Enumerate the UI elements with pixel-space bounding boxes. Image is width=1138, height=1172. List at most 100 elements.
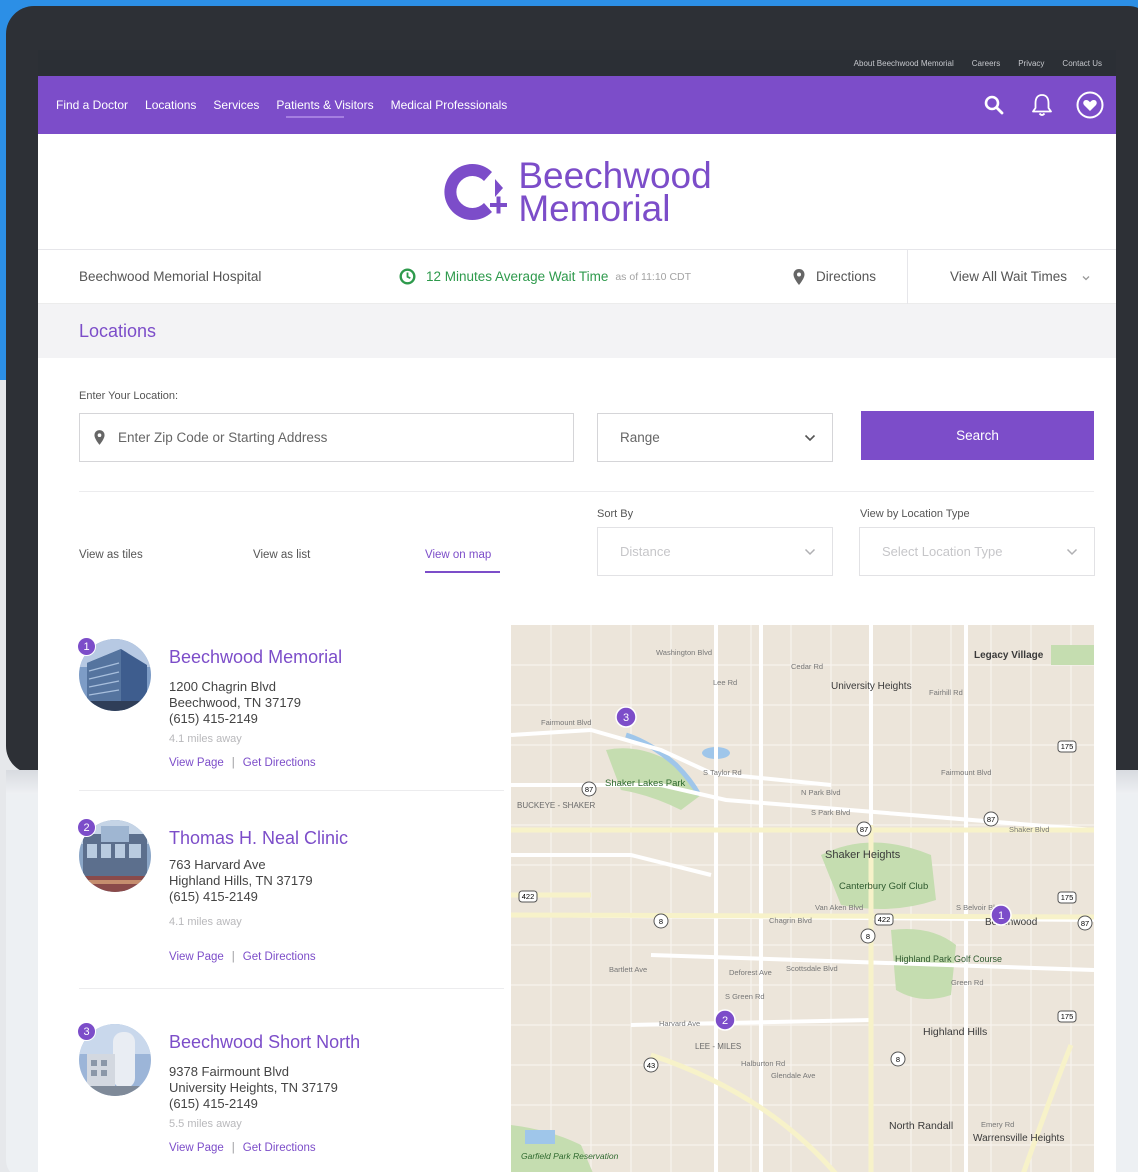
map-road-label: Shaker Blvd (1009, 825, 1049, 834)
distance-text: 4.1 miles away (169, 916, 242, 928)
map-road-label: Fairhill Rd (929, 688, 963, 697)
sort-select[interactable]: Distance (597, 527, 833, 576)
nav-item-find-doctor[interactable]: Find a Doctor (56, 98, 128, 112)
link-separator: | (231, 1142, 235, 1154)
bell-icon[interactable] (1028, 91, 1056, 119)
map-road-label: S Green Rd (725, 992, 765, 1001)
distance-text: 5.5 miles away (169, 1118, 242, 1130)
search-icon[interactable] (980, 91, 1008, 119)
location-type-select[interactable]: Select Location Type (859, 527, 1095, 576)
map-road-label: S Park Blvd (811, 808, 850, 817)
chevron-down-icon (1082, 276, 1090, 281)
map-label-north-randall: North Randall (889, 1120, 953, 1132)
highway-shield: 87 (1077, 915, 1093, 931)
location-address: 763 Harvard Ave Highland Hills, TN 37179… (169, 857, 313, 905)
sort-label: Sort By (597, 508, 634, 520)
map-road-label: S Taylor Rd (703, 768, 742, 777)
map-label-canterbury: Canterbury Golf Club (839, 881, 928, 892)
logo-wordmark: Beechwood Memorial (518, 157, 711, 229)
directions-link[interactable]: Directions (793, 268, 876, 285)
location-name-link[interactable]: Thomas H. Neal Clinic (169, 828, 348, 849)
map-pin-3[interactable]: 3 (615, 706, 637, 728)
svg-text:87: 87 (1081, 919, 1089, 928)
result-number-badge: 3 (77, 1022, 96, 1041)
view-map-toggle[interactable]: View on map (425, 549, 491, 561)
svg-text:2: 2 (722, 1015, 728, 1027)
map-road-label: Glendale Ave (771, 1071, 815, 1080)
nav-item-locations[interactable]: Locations (145, 98, 196, 112)
map-road-label: Washington Blvd (656, 648, 712, 657)
view-tiles-toggle[interactable]: View as tiles (79, 549, 143, 561)
map-label-shaker-heights: Shaker Heights (825, 849, 901, 861)
view-all-wait-times[interactable]: View All Wait Times (950, 269, 1090, 284)
logo-mark-icon (444, 163, 508, 220)
map-label-highland-park: Highland Park Golf Course (895, 954, 1002, 964)
view-list-toggle[interactable]: View as list (253, 549, 310, 561)
location-result-3: 3 Beechwood Short North 9378 Fairmount B… (77, 1022, 504, 1172)
highway-shield: 175 (1057, 740, 1077, 753)
map-pin-2[interactable]: 2 (714, 1009, 736, 1031)
svg-text:87: 87 (987, 815, 995, 824)
highway-shield: 175 (1057, 1010, 1077, 1023)
location-result-1: 1 Beechwood Memorial 1200 Chagrin Blvd B… (77, 637, 504, 789)
map-road-label: Cedar Rd (791, 662, 823, 671)
address-line-1: 763 Harvard Ave (169, 857, 266, 872)
result-number-badge: 1 (77, 637, 96, 656)
highway-shield: 422 (518, 890, 538, 903)
map-pin-icon (793, 268, 805, 285)
map-road-label: N Park Blvd (801, 788, 841, 797)
location-name-link[interactable]: Beechwood Short North (169, 1032, 360, 1053)
view-page-link[interactable]: View Page (169, 1142, 224, 1154)
map-road-label: Halburton Rd (741, 1059, 785, 1068)
svg-text:422: 422 (878, 915, 891, 924)
utility-link-contact[interactable]: Contact Us (1062, 59, 1102, 68)
main-nav: Find a Doctor Locations Services Patient… (38, 76, 1116, 134)
logo-line-2: Memorial (518, 187, 671, 229)
map-road-label: Emery Rd (981, 1120, 1014, 1129)
nav-item-medical-professionals[interactable]: Medical Professionals (391, 98, 508, 112)
utility-link-about[interactable]: About Beechwood Memorial (854, 59, 954, 68)
result-divider (79, 790, 504, 791)
result-links: View Page | Get Directions (169, 1142, 316, 1154)
svg-text:175: 175 (1061, 1012, 1074, 1021)
map-label-buckeye: BUCKEYE - SHAKER (517, 801, 595, 810)
view-all-wait-times-label: View All Wait Times (950, 269, 1068, 284)
chevron-down-icon (804, 434, 816, 441)
map-road-label: Chagrin Blvd (769, 916, 812, 925)
locations-map[interactable]: Legacy Village University Heights Shaker… (510, 625, 1095, 1172)
distance-text: 4.1 miles away (169, 733, 242, 745)
highway-shield: 87 (983, 811, 999, 827)
map-label-warrensville: Warrensville Heights (973, 1133, 1064, 1144)
map-pin-icon (94, 430, 105, 445)
nav-item-services[interactable]: Services (213, 98, 259, 112)
view-page-link[interactable]: View Page (169, 951, 224, 963)
wait-time-timestamp: as of 11:10 CDT (615, 270, 692, 283)
heart-icon[interactable] (1076, 91, 1104, 119)
location-input[interactable]: Enter Zip Code or Starting Address (79, 413, 574, 462)
map-pin-1[interactable]: 1 (990, 904, 1012, 926)
map-road-label: Fairmount Blvd (941, 768, 991, 777)
result-divider (79, 988, 504, 989)
address-line-2: University Heights, TN 37179 (169, 1080, 338, 1095)
location-name-link[interactable]: Beechwood Memorial (169, 647, 342, 668)
get-directions-link[interactable]: Get Directions (243, 1142, 316, 1154)
site-logo[interactable]: Beechwood Memorial (442, 157, 712, 229)
map-road-label: Harvard Ave (659, 1019, 700, 1028)
location-address: 1200 Chagrin Blvd Beechwood, TN 37179 (6… (169, 679, 301, 727)
svg-text:8: 8 (659, 917, 663, 926)
search-button[interactable]: Search (861, 411, 1094, 460)
address-line-1: 1200 Chagrin Blvd (169, 679, 276, 694)
get-directions-link[interactable]: Get Directions (243, 951, 316, 963)
browser-screen: About Beechwood Memorial Careers Privacy… (38, 50, 1116, 1172)
range-select[interactable]: Range (597, 413, 833, 462)
get-directions-link[interactable]: Get Directions (243, 757, 316, 769)
view-page-link[interactable]: View Page (169, 757, 224, 769)
utility-link-privacy[interactable]: Privacy (1018, 59, 1044, 68)
chevron-down-icon (804, 548, 816, 555)
map-road-label: Bartlett Ave (609, 965, 647, 974)
highway-shield: 43 (643, 1057, 659, 1073)
map-label-shaker-lakes: Shaker Lakes Park (605, 778, 686, 789)
utility-link-careers[interactable]: Careers (972, 59, 1000, 68)
nav-item-patients-visitors[interactable]: Patients & Visitors (276, 98, 374, 118)
map-label-legacy-village: Legacy Village (974, 650, 1044, 661)
